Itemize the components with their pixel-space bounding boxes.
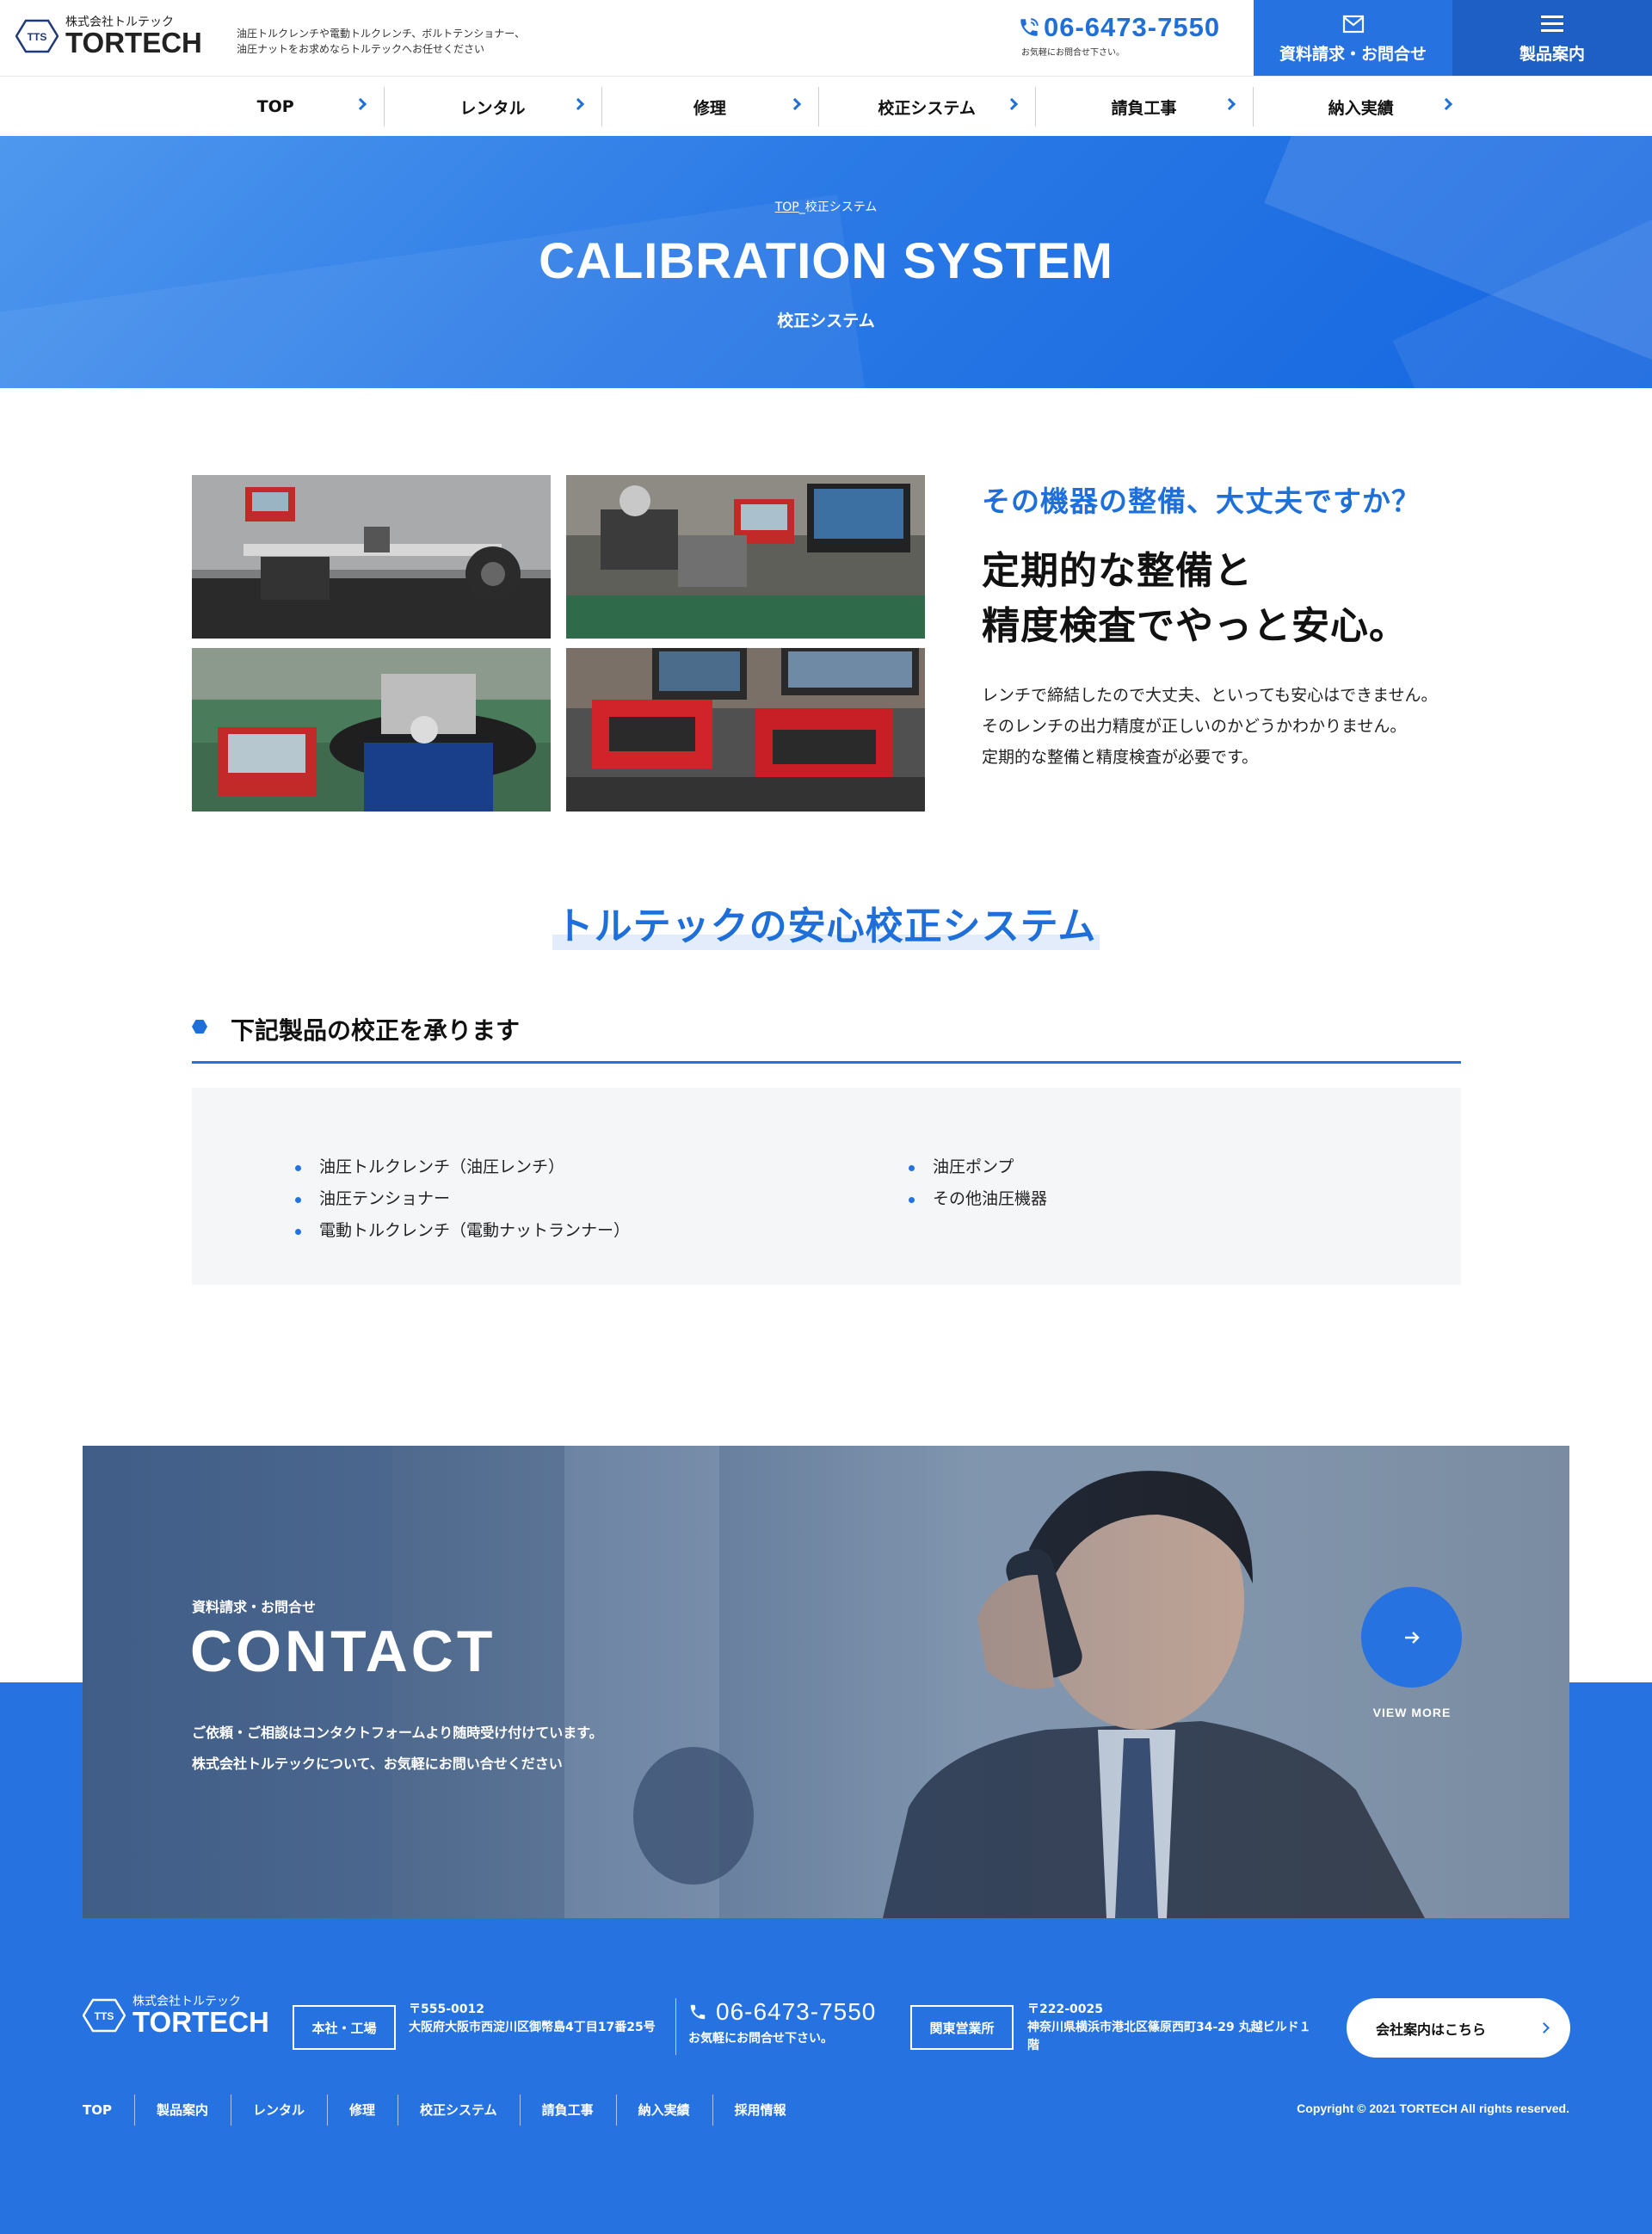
global-nav: TOP レンタル 修理 校正システム 請負工事 納入実績 xyxy=(0,76,1652,136)
contact-request-button[interactable]: 資料請求・お問合せ xyxy=(1254,0,1452,76)
page-subtitle: 校正システム xyxy=(777,312,875,330)
arrow-right-icon xyxy=(1404,1631,1420,1644)
footer-divider xyxy=(675,1998,676,2055)
footer-nav-calibration[interactable]: 校正システム xyxy=(398,2095,520,2126)
chevron-right-icon xyxy=(788,97,802,111)
calibration-product-list: 油圧トルクレンチ（油圧レンチ） 油圧テンショナー 電動トルクレンチ（電動ナットラ… xyxy=(192,1088,1461,1285)
contact-banner[interactable]: 資料請求・お問合せ CONTACT ご依頼・ご相談はコンタクトフォームより随時受… xyxy=(83,1446,1569,1918)
site-header: TTS 株式会社トルテック TORTECH 油圧トルクレンチや電動トルクレンチ、… xyxy=(0,0,1652,76)
phone-icon xyxy=(1020,18,1039,36)
chevron-right-icon xyxy=(1223,97,1236,111)
head-office-tag: 本社・工場 xyxy=(293,2005,396,2050)
chevron-right-icon xyxy=(1538,2022,1550,2033)
photo-tester-with-wrench-head xyxy=(192,648,551,812)
intro-lead: その機器の整備、大丈夫ですか？ xyxy=(982,484,1421,518)
phone-icon xyxy=(690,2004,706,2020)
footer-logo[interactable]: TTS 株式会社トルテック TORTECH xyxy=(83,1995,269,2036)
view-more-button[interactable] xyxy=(1361,1587,1462,1688)
logo-hexagon-icon: TTS xyxy=(83,1998,126,2033)
page-hero: TOP_校正システム CALIBRATION SYSTEM 校正システム xyxy=(0,136,1652,388)
photo-wrench-calibration-laptop xyxy=(566,475,925,639)
footer-nav-delivery-record[interactable]: 納入実績 xyxy=(615,2095,712,2126)
footer-nav: TOP 製品案内 レンタル 修理 校正システム 請負工事 納入実績 採用情報 xyxy=(83,2095,809,2126)
list-item: 油圧トルクレンチ（油圧レンチ） xyxy=(295,1151,630,1183)
copyright: Copyright © 2021 TORTECH All rights rese… xyxy=(1297,2101,1569,2115)
header-tagline: 油圧トルクレンチや電動トルクレンチ、ボルトテンショナー、 油圧ナットをお求めなら… xyxy=(237,28,526,55)
list-item: その他油圧機器 xyxy=(909,1183,1047,1215)
logo-hexagon-icon: TTS xyxy=(15,19,59,53)
footer-nav-repair[interactable]: 修理 xyxy=(327,2095,398,2126)
footer-phone[interactable]: 06-6473-7550 お気軽にお問合せ下さい。 xyxy=(688,1998,876,2046)
breadcrumb: TOP_校正システム xyxy=(774,201,878,214)
footer-nav-products[interactable]: 製品案内 xyxy=(133,2095,231,2126)
chevron-right-icon xyxy=(571,97,584,111)
products-menu-button[interactable]: 製品案内 xyxy=(1452,0,1652,76)
head-office-address: 〒555-0012 大阪府大阪市西淀川区御幣島4丁目17番25号 xyxy=(409,2003,656,2034)
contact-title: CONTACT xyxy=(190,1619,496,1684)
calibration-section-title: トルテックの安心校正システム xyxy=(0,895,1652,950)
calibration-subheading: 下記製品の校正を承ります xyxy=(192,1009,1461,1064)
view-more-label: VIEW MORE xyxy=(1372,1706,1452,1719)
nav-item-contract-work[interactable]: 請負工事 xyxy=(1035,77,1252,137)
nav-item-rental[interactable]: レンタル xyxy=(384,77,601,137)
page-title: CALIBRATION SYSTEM xyxy=(539,233,1113,289)
svg-text:TTS: TTS xyxy=(95,2010,114,2022)
contact-description: ご依頼・ご相談はコンタクトフォームより随時受け付けています。 株式会社トルテック… xyxy=(192,1725,603,1772)
intro-body: レンチで締結したので大丈夫、といっても安心はできません。 そのレンチの出力精度が… xyxy=(982,686,1438,767)
list-item: 電動トルクレンチ（電動ナットランナー） xyxy=(295,1215,630,1247)
footer-nav-rental[interactable]: レンタル xyxy=(231,2095,327,2126)
header-phone-note: お気軽にお問合せ下さい。 xyxy=(1021,48,1125,58)
chevron-right-icon xyxy=(1006,97,1019,111)
chevron-right-icon xyxy=(354,97,367,111)
mail-icon xyxy=(1342,15,1364,33)
photo-red-test-stands xyxy=(566,648,925,812)
footer-nav-recruit[interactable]: 採用情報 xyxy=(712,2095,809,2126)
photo-torque-tester-bench xyxy=(192,475,551,639)
breadcrumb-current: 校正システム xyxy=(804,201,878,214)
site-logo[interactable]: TTS 株式会社トルテック TORTECH xyxy=(15,15,202,57)
kanto-office-tag: 関東営業所 xyxy=(910,2005,1014,2050)
kanto-office-address: 〒222-0025 神奈川県横浜市港北区篠原西町34-29 丸越ビルド１階 xyxy=(1027,2003,1311,2052)
footer-nav-contract-work[interactable]: 請負工事 xyxy=(519,2095,616,2126)
svg-text:TTS: TTS xyxy=(28,31,47,43)
list-item: 油圧ポンプ xyxy=(909,1151,1047,1183)
nav-item-calibration[interactable]: 校正システム xyxy=(817,77,1035,137)
contact-label: 資料請求・お問合せ xyxy=(192,1599,317,1615)
hexagon-bullet-icon xyxy=(192,1020,207,1034)
list-item: 油圧テンショナー xyxy=(295,1183,630,1215)
header-phone[interactable]: 06-6473-7550 お気軽にお問合せ下さい。 xyxy=(1018,12,1220,58)
logo-wordmark: TORTECH xyxy=(65,27,202,59)
hamburger-menu-icon xyxy=(1541,15,1563,32)
breadcrumb-top-link[interactable]: TOP xyxy=(775,201,799,214)
chevron-right-icon xyxy=(1439,97,1453,111)
footer-nav-top[interactable]: TOP xyxy=(83,2095,134,2126)
header-phone-number: 06-6473-7550 xyxy=(1044,12,1221,42)
nav-item-top[interactable]: TOP xyxy=(167,77,384,137)
nav-item-repair[interactable]: 修理 xyxy=(601,77,818,137)
calibration-photo-grid xyxy=(192,475,926,812)
intro-section: その機器の整備、大丈夫ですか？ 定期的な整備と 精度検査でやっと安心。 レンチで… xyxy=(982,478,1464,773)
company-info-button[interactable]: 会社案内はこちら xyxy=(1347,1998,1570,2058)
nav-item-delivery-record[interactable]: 納入実績 xyxy=(1252,77,1470,137)
intro-heading: 定期的な整備と 精度検査でやっと安心。 xyxy=(982,549,1408,648)
